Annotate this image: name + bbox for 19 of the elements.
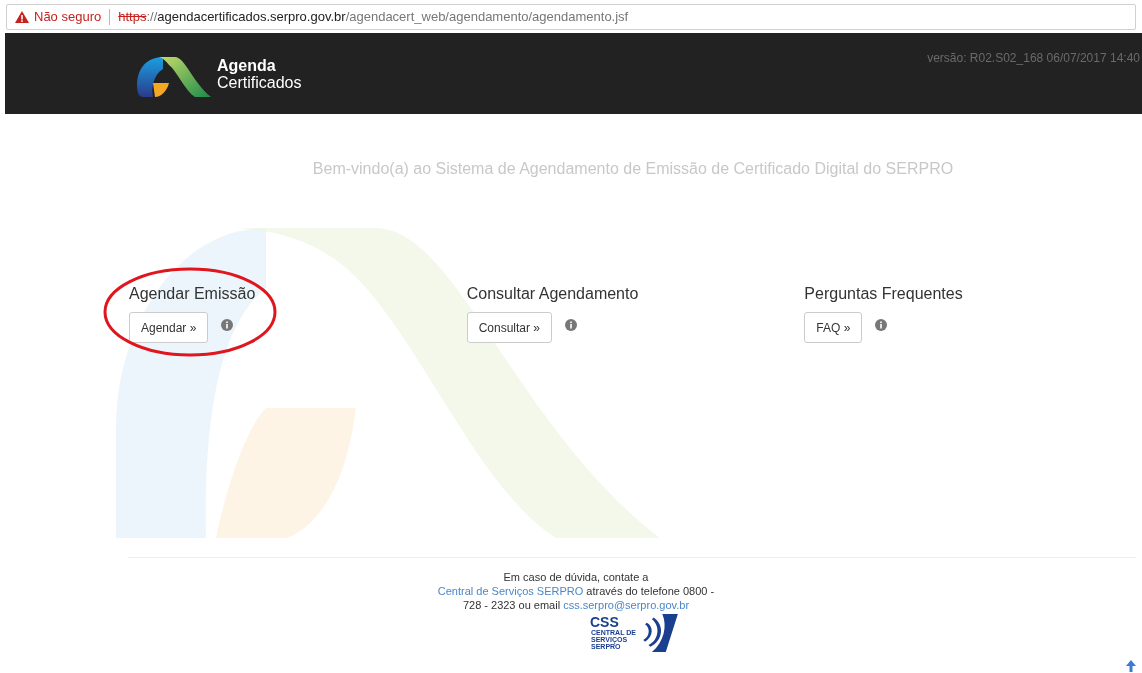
footer-link[interactable]: Central de Serviços SERPRO	[437, 585, 584, 597]
url-text[interactable]: https://agendacertificados.serpro.gov.br/agendacert_web/agendamento/agendamento.jsf	[118, 6, 629, 27]
section-button[interactable]: FAQ »	[804, 312, 863, 343]
section-title: Consultar Agendamento	[466, 284, 640, 304]
footer-contact-text: Em caso de dúvida, contate a Central de Serviços SERPRO através do telefone 0800 - 728 - 2323 ou email css.serpro@serpro.gov.br	[436, 570, 716, 612]
warning-icon	[15, 10, 29, 23]
footer-link[interactable]: css.serpro@serpro.gov.br	[563, 599, 690, 611]
logo-subtitle: Certificados	[217, 74, 302, 91]
section-title: Agendar Emissão	[129, 284, 257, 304]
info-icon[interactable]	[875, 319, 888, 331]
version-text: versão: R02.S02_168 06/07/2017 14:40	[927, 50, 1140, 67]
section-button[interactable]: Agendar »	[129, 312, 209, 343]
security-warning[interactable]: Não seguro	[34, 6, 102, 27]
logo-title: Agenda	[217, 57, 277, 74]
section-title: Perguntas Frequentes	[804, 284, 964, 304]
scroll-to-top-icon[interactable]	[1126, 660, 1136, 672]
info-icon[interactable]	[565, 319, 578, 331]
info-icon[interactable]	[221, 319, 234, 331]
section-button[interactable]: Consultar »	[466, 312, 553, 343]
